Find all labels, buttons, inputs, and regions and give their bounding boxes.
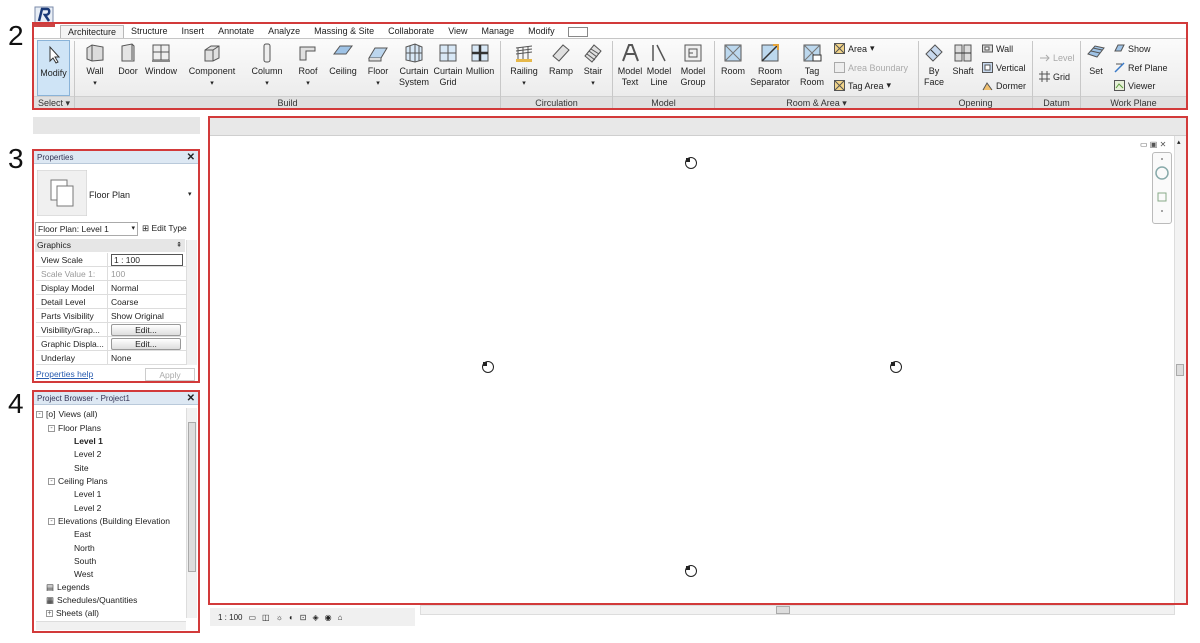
visual-style-icon[interactable]: ◫ <box>262 613 270 622</box>
hide-isolate-icon[interactable]: ◈ <box>312 613 318 622</box>
callout-box-properties <box>32 149 200 383</box>
horizontal-scrollbar[interactable] <box>420 605 1175 615</box>
options-bar <box>33 117 200 134</box>
callout-box-drawing-area <box>208 116 1188 605</box>
callout-box-ribbon <box>32 22 1188 110</box>
shadows-icon[interactable]: ◐ <box>289 613 294 622</box>
view-scale-label[interactable]: 1 : 100 <box>218 613 242 622</box>
callout-box-project-browser <box>32 390 200 633</box>
crop-view-icon[interactable]: ⊡ <box>300 613 307 622</box>
h-scroll-thumb[interactable] <box>776 606 790 614</box>
callout-3: 3 <box>8 143 24 174</box>
temp-view-icon[interactable]: ⌂ <box>338 613 343 622</box>
callout-2: 2 <box>8 20 24 51</box>
reveal-hidden-icon[interactable]: ◉ <box>325 613 332 622</box>
detail-level-icon[interactable]: ▭ <box>248 613 256 622</box>
sun-path-icon[interactable]: ☼ <box>276 613 283 622</box>
view-control-bar: 1 : 100 ▭ ◫ ☼ ◐ ⊡ ◈ ◉ ⌂ <box>210 608 415 626</box>
callout-4: 4 <box>8 388 24 419</box>
